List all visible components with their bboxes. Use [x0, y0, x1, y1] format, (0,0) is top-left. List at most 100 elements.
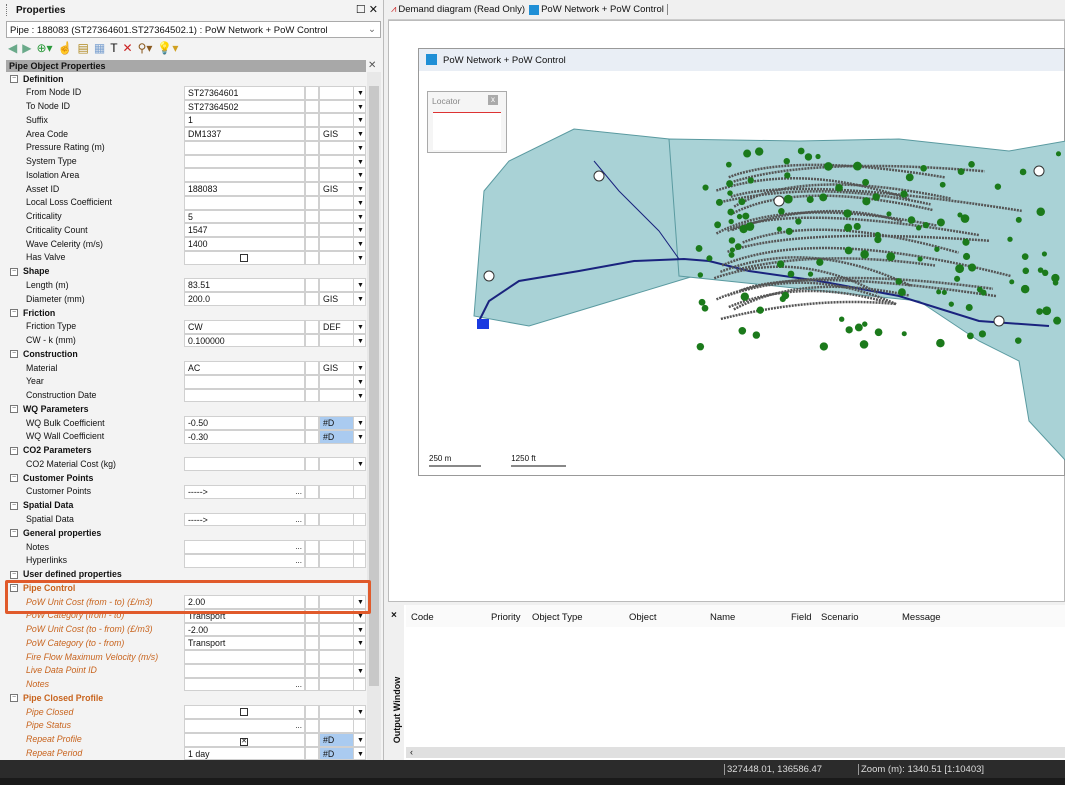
network-node[interactable] [862, 321, 868, 327]
data-flag[interactable] [319, 237, 355, 251]
network-node[interactable] [784, 172, 791, 179]
property-row[interactable]: Local Loss Coefficient ▼ [6, 195, 367, 210]
dropdown-arrow-icon[interactable]: ▼ [353, 746, 366, 761]
network-node[interactable] [955, 264, 965, 274]
network-node[interactable] [1041, 251, 1047, 257]
network-node[interactable] [905, 173, 914, 182]
property-value[interactable]: 1547 [184, 223, 305, 238]
ellipsis-button[interactable]: ... [295, 556, 302, 565]
network-node[interactable] [734, 243, 742, 250]
property-row[interactable]: From Node ID ST27364601 ▼ [6, 85, 367, 100]
property-value[interactable]: AC [184, 361, 305, 375]
locator-thumbnail[interactable] [433, 112, 501, 150]
network-node[interactable] [835, 183, 843, 192]
data-flag[interactable] [319, 140, 355, 155]
dropdown-arrow-icon[interactable]: ▼ [353, 140, 366, 155]
property-row[interactable]: CW - k (mm) 0.100000 ▼ [6, 333, 367, 348]
network-node[interactable] [795, 218, 802, 225]
property-value[interactable] [184, 168, 305, 183]
network-node[interactable] [907, 216, 916, 224]
network-node[interactable] [729, 247, 735, 253]
property-value[interactable] [184, 457, 305, 472]
data-flag[interactable]: #D [319, 746, 355, 761]
network-node[interactable] [701, 304, 709, 312]
network-node[interactable] [853, 161, 862, 171]
property-row[interactable]: Pressure Rating (m) ▼ [6, 140, 367, 155]
network-node[interactable] [1053, 316, 1062, 325]
data-flag[interactable] [319, 195, 355, 210]
network-node[interactable] [1019, 168, 1027, 176]
property-value[interactable] [184, 154, 305, 169]
dropdown-arrow-icon[interactable]: ▼ [353, 622, 366, 637]
network-node[interactable] [807, 271, 814, 277]
network-node[interactable] [752, 331, 761, 339]
network-node[interactable] [806, 195, 814, 204]
network-node[interactable] [862, 197, 871, 206]
data-flag[interactable] [319, 99, 355, 114]
data-flag[interactable] [319, 512, 355, 527]
collapse-icon[interactable]: − [10, 474, 18, 483]
network-node[interactable] [844, 223, 853, 232]
property-row[interactable]: Customer Points ----->... [6, 484, 367, 499]
network-node[interactable] [745, 222, 755, 231]
network-node[interactable] [853, 222, 861, 231]
dropdown-arrow-icon[interactable]: ▼ [353, 113, 366, 128]
category-row[interactable]: − Construction [6, 347, 367, 361]
property-value[interactable] [184, 705, 305, 719]
category-row[interactable]: − WQ Parameters [6, 402, 367, 416]
network-node[interactable] [859, 340, 869, 349]
property-value[interactable]: 83.51 [184, 278, 305, 293]
network-node[interactable] [747, 177, 754, 184]
property-value[interactable] [184, 195, 305, 210]
network-node[interactable] [939, 181, 946, 188]
close-icon[interactable]: × [391, 610, 397, 621]
network-node[interactable] [994, 183, 1002, 190]
data-flag[interactable] [319, 540, 355, 554]
property-value[interactable]: ST27364601 [184, 85, 305, 100]
network-node[interactable] [776, 260, 785, 268]
network-node[interactable] [895, 278, 903, 285]
network-node[interactable] [785, 227, 793, 235]
collapse-icon[interactable]: − [10, 529, 18, 538]
category-row[interactable]: − Customer Points [6, 471, 367, 485]
dropdown-arrow-icon[interactable]: ▼ [353, 127, 366, 141]
network-node[interactable] [922, 222, 930, 229]
property-value[interactable]: ✕ [184, 732, 305, 747]
network-node[interactable] [843, 209, 852, 218]
data-flag[interactable] [319, 663, 355, 678]
network-node[interactable] [874, 328, 883, 337]
property-row[interactable]: Repeat Period 1 day #D ▼ [6, 746, 367, 761]
property-row[interactable]: Asset ID 188083 GIS ▼ [6, 182, 367, 196]
dropdown-arrow-icon[interactable]: ▼ [353, 223, 366, 238]
property-row[interactable]: To Node ID ST27364502 ▼ [6, 99, 367, 114]
network-node[interactable] [1021, 253, 1029, 260]
property-row[interactable]: Construction Date ▼ [6, 388, 367, 403]
property-value[interactable]: 188083 [184, 182, 305, 196]
network-node[interactable] [839, 316, 845, 322]
network-node[interactable] [754, 147, 764, 156]
dropdown-arrow-icon[interactable]: ▼ [353, 732, 366, 747]
network-node[interactable] [1007, 236, 1013, 242]
collapse-icon[interactable]: − [10, 501, 18, 510]
collapse-icon[interactable]: − [10, 570, 18, 579]
data-flag[interactable]: GIS [319, 361, 355, 375]
dropdown-arrow-icon[interactable]: ▼ [353, 292, 366, 307]
data-flag[interactable] [319, 718, 355, 733]
vertical-scrollbar[interactable] [367, 72, 381, 760]
network-node[interactable] [706, 255, 713, 262]
ellipsis-button[interactable]: ... [295, 542, 302, 551]
property-row[interactable]: Material AC GIS ▼ [6, 361, 367, 375]
network-node[interactable] [886, 211, 892, 217]
network-node[interactable] [968, 161, 975, 168]
column-header[interactable]: Object Type [532, 612, 583, 623]
locator-close-icon[interactable]: x [488, 95, 498, 105]
network-node[interactable] [1020, 284, 1030, 294]
property-value[interactable]: ST27364502 [184, 99, 305, 114]
property-value[interactable]: ... [184, 718, 305, 733]
hint-bulb-icon[interactable]: 💡▾ [157, 41, 178, 55]
checkbox[interactable] [240, 253, 248, 262]
property-value[interactable]: ----->... [184, 512, 305, 527]
network-node[interactable] [819, 342, 828, 351]
meter-node[interactable] [773, 195, 785, 207]
category-row[interactable]: − Pipe Closed Profile [6, 691, 367, 705]
